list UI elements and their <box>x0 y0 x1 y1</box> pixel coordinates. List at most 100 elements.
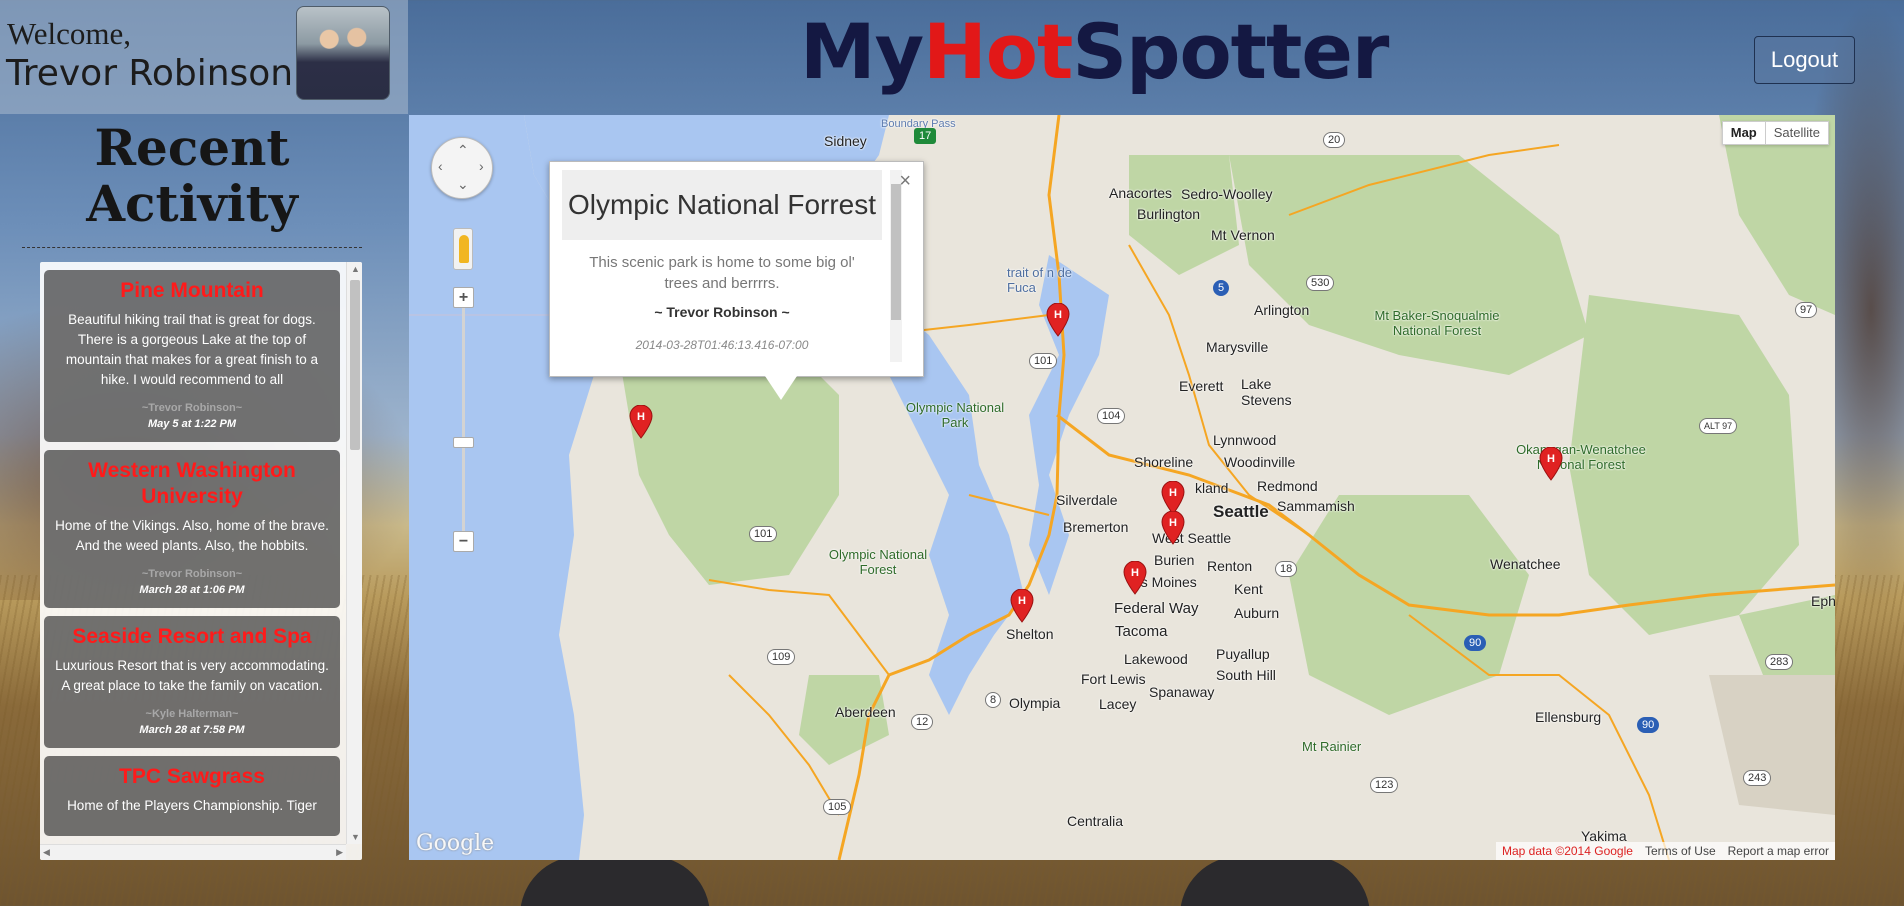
card-title[interactable]: Pine Mountain <box>54 278 330 304</box>
svg-text:H: H <box>1169 517 1177 529</box>
svg-text:H: H <box>1547 453 1555 465</box>
map-label-anacortes: Anacortes <box>1109 185 1173 201</box>
map-label-lakewood: Lakewood <box>1124 651 1188 667</box>
map-label-ellensburg: Ellensburg <box>1535 709 1602 725</box>
card-author: ~Kyle Halterman~ <box>145 708 239 720</box>
zoom-in-icon[interactable]: + <box>453 287 474 308</box>
pan-down-icon[interactable]: ⌄ <box>457 176 469 193</box>
highway-shield: 105 <box>823 799 852 815</box>
pan-control-icon[interactable]: ⌃ ⌄ ‹ › <box>431 137 493 199</box>
card-date: May 5 at 1:22 PM <box>147 418 237 430</box>
sidebar-divider <box>22 247 362 248</box>
feed-horizontal-scrollbar[interactable]: ◀ ▶ <box>40 844 346 860</box>
card-title[interactable]: Seaside Resort and Spa <box>54 624 330 650</box>
info-scrollbar[interactable] <box>890 170 902 362</box>
zoom-out-icon[interactable]: − <box>453 531 474 552</box>
map-label-federal-way: Federal Way <box>1114 600 1199 617</box>
feed-scroll-thumb[interactable] <box>350 280 360 450</box>
report-error-link[interactable]: Report a map error <box>1722 842 1835 860</box>
map-label-marysville: Marysville <box>1206 339 1269 355</box>
map-label-strait: trait of n de Fuca <box>1007 265 1073 295</box>
card-body: Home of the Vikings. Also, home of the b… <box>55 518 329 553</box>
card-body: Luxurious Resort that is very accommodat… <box>55 658 329 693</box>
scroll-right-icon[interactable]: ▶ <box>336 847 343 858</box>
hotspot-marker-icon[interactable]: H <box>1123 561 1147 595</box>
activity-card[interactable]: Seaside Resort and Spa Luxurious Resort … <box>44 616 340 748</box>
map-label-seattle: Seattle <box>1213 502 1269 521</box>
hotspot-marker-icon[interactable]: H <box>1010 589 1034 623</box>
scroll-up-icon[interactable]: ▲ <box>351 264 360 274</box>
scroll-down-icon[interactable]: ▼ <box>351 832 360 842</box>
google-map[interactable]: Sidney Boundary Pass Anacortes Sedro-Woo… <box>409 115 1835 860</box>
logout-button[interactable]: Logout <box>1754 36 1855 84</box>
highway-shield: 90 <box>1464 635 1487 651</box>
user-name: Trevor Robinson <box>6 53 294 94</box>
card-author: ~Trevor Robinson~ <box>141 402 243 414</box>
map-label-auburn: Auburn <box>1234 605 1280 621</box>
map-label-kent: Kent <box>1234 581 1263 597</box>
info-scroll-thumb[interactable] <box>891 184 901 320</box>
card-body: Home of the Players Championship. Tiger <box>67 798 317 813</box>
map-label-sammamish: Sammamish <box>1277 498 1355 514</box>
card-title[interactable]: Western Washington University <box>54 458 330 510</box>
map-label-wenatchee: Wenatchee <box>1490 556 1561 572</box>
map-label-olympic-forest: Olympic National Forest <box>828 547 928 577</box>
map-label-eph: Eph <box>1811 593 1835 609</box>
highway-shield: 18 <box>1275 561 1298 577</box>
map-label-mt-vernon: Mt Vernon <box>1211 227 1275 243</box>
zoom-slider-handle[interactable] <box>453 437 474 448</box>
map-label-sidney: Sidney <box>824 133 867 149</box>
google-logo[interactable]: Google <box>416 831 494 856</box>
brand-logo[interactable]: MyHotSpotter <box>800 14 1389 90</box>
pan-up-icon[interactable]: ⌃ <box>457 142 469 159</box>
map-label-lacey: Lacey <box>1099 696 1137 712</box>
map-attribution: Map data ©2014 Google Terms of Use Repor… <box>1496 842 1835 860</box>
svg-text:H: H <box>1054 309 1062 321</box>
card-body: Beautiful hiking trail that is great for… <box>65 312 319 387</box>
highway-shield: 90 <box>1637 717 1660 733</box>
map-label-centralia: Centralia <box>1067 813 1124 829</box>
map-type-control[interactable]: Map Satellite <box>1721 121 1829 145</box>
info-window: Olympic National Forrest This scenic par… <box>549 161 924 377</box>
pegman-icon[interactable] <box>453 228 473 270</box>
feed-vertical-scrollbar[interactable]: ▲ ▼ <box>346 262 362 844</box>
map-label-lake-stevens: Lake Stevens <box>1241 376 1292 408</box>
map-label-olympic-park: Olympic National Park <box>905 400 1005 430</box>
hotspot-marker-icon[interactable]: H <box>629 405 653 439</box>
hotspot-marker-icon[interactable]: H <box>1046 303 1070 337</box>
info-body: This scenic park is home to some big ol'… <box>589 254 855 292</box>
scroll-left-icon[interactable]: ◀ <box>43 847 50 858</box>
card-author: ~Trevor Robinson~ <box>141 568 243 580</box>
pan-right-icon[interactable]: › <box>479 158 484 174</box>
map-label-burien: Burien <box>1154 552 1195 568</box>
brand-part-my: My <box>800 7 924 96</box>
zoom-track[interactable] <box>462 290 465 540</box>
activity-card[interactable]: Western Washington University Home of th… <box>44 450 340 608</box>
map-type-satellite[interactable]: Satellite <box>1766 122 1828 144</box>
card-title[interactable]: TPC Sawgrass <box>54 764 330 790</box>
highway-shield: 283 <box>1765 654 1794 670</box>
highway-shield: 101 <box>749 526 778 542</box>
welcome-panel: Welcome, Trevor Robinson <box>0 0 408 114</box>
hotspot-marker-icon[interactable]: H <box>1161 481 1185 515</box>
brand-part-hot: Hot <box>923 7 1073 96</box>
map-label-mt-rainier: Mt Rainier <box>1302 739 1362 754</box>
hotspot-marker-icon[interactable]: H <box>1161 511 1185 545</box>
highway-shield: 530 <box>1306 275 1335 291</box>
recent-title-line1: Recent <box>94 118 290 177</box>
map-data-credit: Map data ©2014 Google <box>1502 844 1633 858</box>
card-date: March 28 at 1:06 PM <box>139 584 245 596</box>
activity-card[interactable]: TPC Sawgrass Home of the Players Champio… <box>44 756 340 836</box>
map-label-renton: Renton <box>1207 558 1253 574</box>
activity-feed[interactable]: Pine Mountain Beautiful hiking trail tha… <box>40 262 362 860</box>
close-icon[interactable]: × <box>899 170 911 193</box>
avatar[interactable] <box>296 6 390 100</box>
highway-shield: 243 <box>1743 770 1772 786</box>
pan-left-icon[interactable]: ‹ <box>438 158 443 174</box>
activity-card[interactable]: Pine Mountain Beautiful hiking trail tha… <box>44 270 340 442</box>
svg-text:H: H <box>1131 567 1139 579</box>
map-type-map[interactable]: Map <box>1723 122 1766 144</box>
hotspot-marker-icon[interactable]: H <box>1539 447 1563 481</box>
terms-link[interactable]: Terms of Use <box>1639 842 1722 860</box>
highway-shield: 12 <box>911 714 934 730</box>
